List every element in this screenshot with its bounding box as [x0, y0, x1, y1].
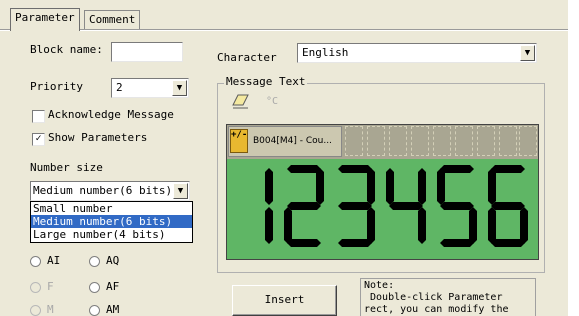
priority-select[interactable]: 2 ▼: [111, 78, 189, 98]
empty-cell[interactable]: [519, 126, 537, 156]
radio-f: [30, 282, 41, 293]
segment-c: [469, 207, 477, 244]
number-size-dropdown-list: Small number Medium number(6 bits) Large…: [30, 201, 193, 243]
priority-label: Priority: [30, 80, 83, 93]
segment-b: [316, 168, 324, 205]
segment-g: [440, 202, 474, 210]
segment-g: [491, 202, 525, 210]
radio-af[interactable]: [89, 282, 100, 293]
radio-m-label: M: [47, 303, 54, 316]
chevron-down-icon[interactable]: ▼: [520, 45, 535, 61]
parameter-strip: +/- B004[M4] - Cou...: [227, 125, 538, 159]
segment-b: [418, 168, 426, 205]
segment-a: [440, 165, 474, 173]
digit-1: [265, 168, 273, 244]
seven-segment-digits: [265, 165, 528, 247]
segment-g: [338, 202, 372, 210]
message-display[interactable]: +/- B004[M4] - Cou...: [226, 124, 539, 260]
radio-am[interactable]: [89, 305, 100, 316]
empty-cell[interactable]: [345, 126, 363, 156]
segment-d: [287, 239, 321, 247]
segment-g: [287, 202, 321, 210]
digit-3: [338, 165, 375, 247]
radio-f-label: F: [47, 280, 54, 293]
option-small-number[interactable]: Small number: [31, 202, 192, 215]
segment-d: [440, 239, 474, 247]
degree-c-button[interactable]: °C: [266, 96, 278, 107]
segment-c: [265, 207, 273, 244]
segment-f: [488, 168, 496, 205]
empty-cell[interactable]: [367, 126, 385, 156]
digit-2: [284, 165, 324, 247]
priority-value: 2: [116, 81, 123, 94]
character-label: Character: [217, 51, 277, 64]
radio-aq[interactable]: [89, 256, 100, 267]
parameter-block[interactable]: +/- B004[M4] - Cou...: [228, 126, 342, 157]
segment-d: [491, 239, 525, 247]
radio-am-label: AM: [106, 303, 120, 316]
radio-m: [30, 305, 41, 316]
segment-e: [488, 207, 496, 244]
show-parameters-checkbox[interactable]: ✓: [32, 133, 45, 146]
empty-cell[interactable]: [389, 126, 407, 156]
empty-cell[interactable]: [433, 126, 451, 156]
character-select[interactable]: English ▼: [297, 43, 537, 63]
segment-c: [367, 207, 375, 244]
acknowledge-checkbox[interactable]: [32, 110, 45, 123]
radio-ai[interactable]: [30, 256, 41, 267]
digit-4: [386, 168, 426, 244]
number-size-value: Medium number(6 bits): [33, 184, 173, 197]
segment-a: [338, 165, 372, 173]
segment-a: [491, 165, 525, 173]
chevron-down-icon[interactable]: ▼: [172, 80, 187, 96]
number-size-select[interactable]: Medium number(6 bits) ▼: [30, 181, 190, 201]
segment-d: [338, 239, 372, 247]
empty-cell[interactable]: [499, 126, 517, 156]
radio-aq-label: AQ: [106, 254, 120, 267]
digit-5: [437, 165, 477, 247]
segment-g: [389, 202, 423, 210]
chevron-down-icon[interactable]: ▼: [173, 183, 188, 199]
block-name-input[interactable]: [111, 42, 183, 62]
segment-b: [367, 168, 375, 205]
number-size-label: Number size: [30, 161, 103, 174]
eraser-icon[interactable]: [232, 94, 250, 110]
segment-b: [265, 168, 273, 205]
parameter-block-label: B004[M4] - Cou...: [253, 136, 332, 146]
block-name-label: Block name:: [30, 43, 103, 56]
segment-f: [386, 168, 394, 205]
option-medium-number[interactable]: Medium number(6 bits): [31, 215, 192, 228]
empty-cell[interactable]: [455, 126, 473, 156]
empty-cell[interactable]: [477, 126, 495, 156]
option-large-number[interactable]: Large number(4 bits): [31, 228, 192, 241]
segment-e: [284, 207, 292, 244]
empty-cell[interactable]: [411, 126, 429, 156]
digit-6: [488, 165, 528, 247]
tab-parameter[interactable]: Parameter: [10, 8, 80, 31]
segment-a: [287, 165, 321, 173]
character-value: English: [302, 46, 349, 59]
segment-f: [437, 168, 445, 205]
acknowledge-label: Acknowledge Message: [48, 108, 174, 121]
radio-af-label: AF: [106, 280, 120, 293]
radio-ai-label: AI: [47, 254, 61, 267]
function-block-icon: +/-: [230, 129, 248, 153]
message-text-label: Message Text: [224, 75, 308, 88]
tab-panel-highlight: [0, 30, 568, 31]
note-text: Note: Double-click Parameter rect, you c…: [360, 278, 536, 316]
tab-comment[interactable]: Comment: [84, 10, 141, 30]
segment-c: [520, 207, 528, 244]
insert-button[interactable]: Insert: [232, 285, 337, 316]
show-parameters-label: Show Parameters: [48, 131, 148, 144]
segment-c: [418, 207, 426, 244]
